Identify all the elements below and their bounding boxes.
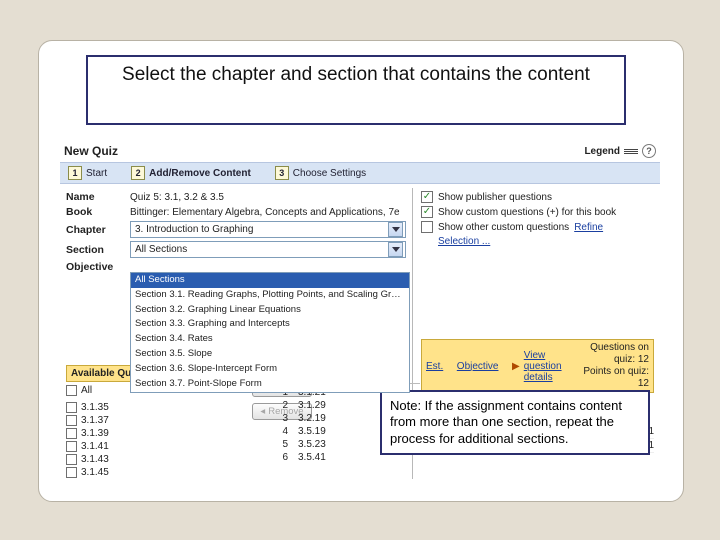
chevron-down-icon xyxy=(388,222,403,237)
section-option[interactable]: All Sections xyxy=(131,273,409,288)
show-other: Show other custom questions Refine xyxy=(421,221,654,233)
label-name: Name xyxy=(66,191,124,203)
callout-note: Note: If the assignment contains content… xyxy=(380,390,650,455)
view-details-link[interactable]: View question details xyxy=(524,350,574,383)
section-option[interactable]: Section 3.2. Graphing Linear Equations xyxy=(131,303,409,318)
legend-icon xyxy=(624,149,638,154)
selection-link[interactable]: Selection ... xyxy=(438,236,490,247)
section-option[interactable]: Section 3.3. Graphing and Intercepts xyxy=(131,317,409,332)
quiz-stats: Questions on quiz: 12 Points on quiz: 12 xyxy=(574,342,649,390)
section-option[interactable]: Section 3.1. Reading Graphs, Plotting Po… xyxy=(131,288,409,303)
book-value: Bittinger: Elementary Algebra, Concepts … xyxy=(130,207,406,218)
label-chapter: Chapter xyxy=(66,224,124,236)
triangle-icon: ▶ xyxy=(512,361,520,372)
callout-title: Select the chapter and section that cont… xyxy=(86,55,626,125)
show-custom: Show custom questions (+) for this book xyxy=(421,206,654,218)
quiz-questions-header: Est. Objective ▶ View question details Qu… xyxy=(421,339,654,393)
window-title: New Quiz xyxy=(64,144,118,158)
objective-link[interactable]: Objective xyxy=(457,361,499,372)
help-icon[interactable]: ? xyxy=(642,144,656,158)
chapter-select[interactable]: 3. Introduction to Graphing xyxy=(130,221,406,238)
label-section: Section xyxy=(66,244,124,256)
wizard-steps: 1Start 2Add/Remove Content 3Choose Setti… xyxy=(60,162,660,184)
list-item: 3.1.45 xyxy=(66,466,406,479)
section-selected: All Sections xyxy=(135,244,187,255)
label-book: Book xyxy=(66,206,124,218)
name-value: Quiz 5: 3.1, 3.2 & 3.5 xyxy=(130,192,406,203)
refine-link[interactable]: Refine xyxy=(574,222,603,233)
label-objective: Objective xyxy=(66,261,124,273)
legend-area: Legend ? xyxy=(584,144,656,158)
section-dropdown[interactable]: All Sections Section 3.1. Reading Graphs… xyxy=(130,272,410,393)
legend-label: Legend xyxy=(584,146,620,157)
section-option[interactable]: Section 3.7. Point-Slope Form xyxy=(131,377,409,392)
select-all-checkbox[interactable] xyxy=(66,385,77,396)
est-link[interactable]: Est. xyxy=(426,361,443,372)
show-publisher: Show publisher questions xyxy=(421,191,654,203)
section-option[interactable]: Section 3.4. Rates xyxy=(131,332,409,347)
step-settings[interactable]: 3Choose Settings xyxy=(275,166,366,180)
section-option[interactable]: Section 3.6. Slope-Intercept Form xyxy=(131,362,409,377)
section-option[interactable]: Section 3.5. Slope xyxy=(131,347,409,362)
title-bar: New Quiz Legend ? xyxy=(60,140,660,162)
chapter-selected: 3. Introduction to Graphing xyxy=(135,224,253,235)
chevron-down-icon xyxy=(388,242,403,257)
step-start[interactable]: 1Start xyxy=(68,166,107,180)
section-select[interactable]: All Sections xyxy=(130,241,406,258)
step-add-remove[interactable]: 2Add/Remove Content xyxy=(131,166,251,180)
select-all-label[interactable]: All xyxy=(81,385,92,396)
